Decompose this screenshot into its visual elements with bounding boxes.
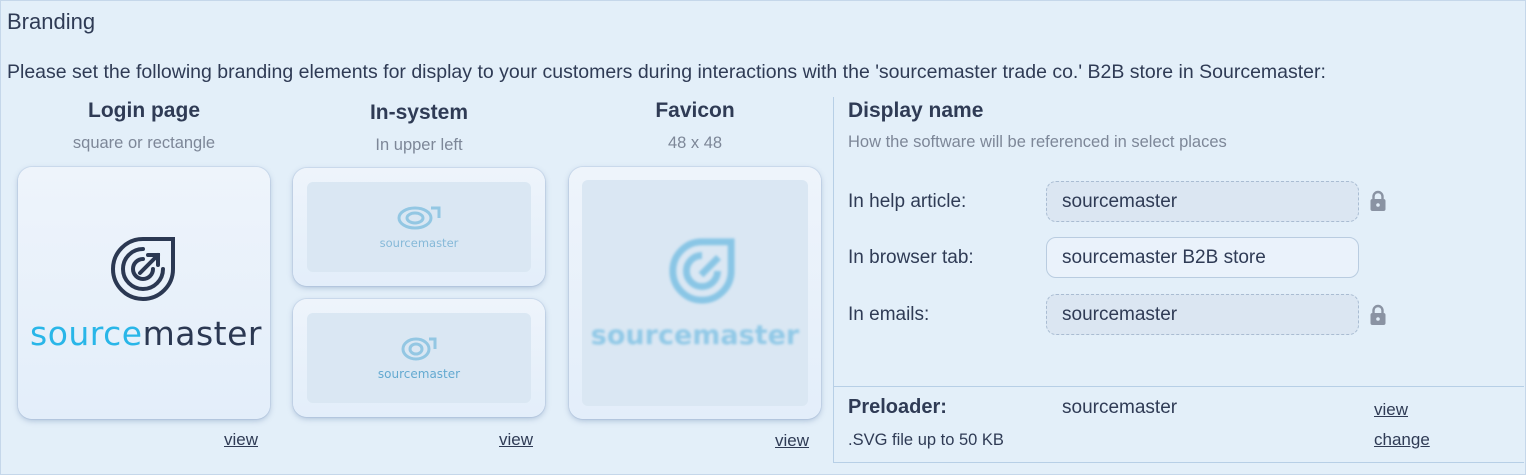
panel-divider-vertical: [833, 97, 834, 463]
preloader-note: .SVG file up to 50 KB: [848, 431, 1004, 449]
insystem-logo-card-2[interactable]: sourcemaster: [293, 299, 545, 417]
preloader-view-link[interactable]: view: [1374, 400, 1408, 420]
login-view-link[interactable]: view: [224, 430, 258, 450]
insystem-subheading: In upper left: [375, 136, 463, 154]
favicon-card[interactable]: sourcemaster: [569, 167, 821, 419]
emails-label: In emails:: [848, 304, 930, 325]
favicon-heading: Favicon: [655, 99, 735, 122]
browser-tab-field[interactable]: [1046, 237, 1359, 278]
emails-field: [1046, 294, 1359, 335]
lock-icon: [1370, 190, 1386, 211]
login-page-subheading: square or rectangle: [72, 134, 216, 152]
sourcemaster-logo-icon: [401, 337, 437, 361]
display-name-subtitle: How the software will be referenced in s…: [848, 133, 1227, 151]
preloader-value: sourcemaster: [1062, 397, 1178, 418]
login-logo-card[interactable]: sourcemaster: [18, 167, 270, 419]
insystem-logo-card-1[interactable]: sourcemaster: [293, 168, 545, 286]
browser-tab-label: In browser tab:: [848, 247, 974, 268]
panel-divider-horizontal: [834, 386, 1524, 387]
preloader-change-link[interactable]: change: [1374, 430, 1430, 450]
sourcemaster-logo-icon: [111, 237, 175, 301]
panel-bottom-border: [834, 462, 1524, 463]
help-article-label: In help article:: [848, 191, 967, 212]
lock-icon: [1370, 304, 1386, 325]
login-page-heading: Login page: [88, 99, 200, 122]
help-article-field: [1046, 181, 1359, 222]
sourcemaster-logo-icon: [397, 206, 441, 230]
insystem-logo-preview: sourcemaster: [307, 182, 531, 272]
sourcemaster-logo-icon: [669, 238, 735, 304]
favicon-subheading: 48 x 48: [667, 134, 723, 152]
insystem-heading: In-system: [369, 101, 469, 124]
section-title: Branding: [7, 9, 96, 34]
favicon-preview: sourcemaster: [582, 180, 808, 406]
insystem-view-link[interactable]: view: [499, 430, 533, 450]
display-name-title: Display name: [848, 99, 984, 122]
insystem-logo-preview-alt: sourcemaster: [307, 313, 531, 403]
login-wordmark: sourcemaster: [30, 314, 262, 353]
favicon-view-link[interactable]: view: [775, 431, 809, 451]
preloader-label: Preloader:: [848, 396, 947, 418]
section-intro: Please set the following branding elemen…: [7, 61, 1326, 83]
